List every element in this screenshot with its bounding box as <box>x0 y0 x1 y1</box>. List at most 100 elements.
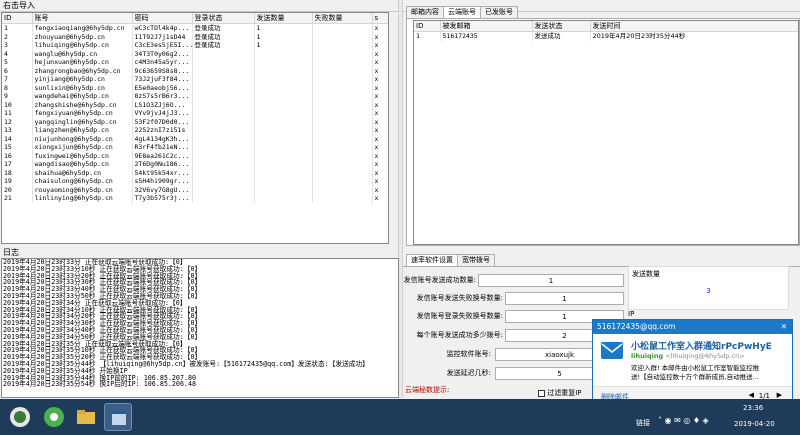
mail-header-3[interactable]: 发送时间 <box>590 21 798 32</box>
envelope-icon <box>601 342 623 359</box>
notify-from-addr: <lihuiqing@6hy5dp.cn> <box>665 352 745 360</box>
table-row[interactable]: 14 niujunhong@6hy5dp.cn 4gL4134gK3h... x <box>2 134 388 143</box>
table-row[interactable]: 13 liangzhen@6hy5dp.cn 2252znI7z151s x <box>2 126 388 135</box>
table-row[interactable]: 7 yinjiang@6hy5dp.cn 73J2juF3f84... x <box>2 75 388 84</box>
table-cell: chaisulong@6hy5dp.cn <box>32 177 133 186</box>
table-cell: 1 <box>254 23 313 33</box>
table-row[interactable]: 16 fuxingwei@6hy5dp.cn 9E8ea261C2c... x <box>2 151 388 160</box>
close-icon[interactable]: ✕ <box>781 320 787 334</box>
settings-tabs: 速率软件设置 宽带拨号 <box>406 254 495 267</box>
table-cell <box>192 160 255 169</box>
table-cell <box>312 58 373 67</box>
table-row[interactable]: 5 hejunxuan@6hy5dp.cn c4M3n45a5yr... x <box>2 58 388 67</box>
table-row[interactable]: 21 linlinying@6hy5dp.cn T7y3b575r3j... x <box>2 194 388 203</box>
table-cell: x <box>372 109 388 118</box>
per-account-label: 每个账号发送成功多少拨号: <box>416 331 503 339</box>
next-icon[interactable]: ▶ <box>777 391 782 399</box>
table-row[interactable]: 18 shaihua@6hy5dp.cn 54kt95k54xr... x <box>2 168 388 177</box>
accounts-header-4[interactable]: 发送数量 <box>254 13 313 24</box>
accounts-header-1[interactable]: 账号 <box>32 13 133 24</box>
table-cell: x <box>372 100 388 109</box>
table-cell: 8zS7s5rB6r3... <box>132 92 193 101</box>
table-cell <box>312 75 373 84</box>
table-cell: xiongxijun@6hy5dp.cn <box>32 143 133 152</box>
table-cell <box>312 100 373 109</box>
table-cell: linlinying@6hy5dp.cn <box>32 194 133 203</box>
clock-time[interactable]: 23:36 <box>743 404 763 412</box>
table-row[interactable]: 1 fengxiaoqiang@6hy5dp.cn wC3cTDl4k4p... 登录… <box>2 23 388 33</box>
table-cell: 1 <box>254 41 313 50</box>
table-row[interactable]: 10 zhangshishe@6hy5dp.cn LS1O3ZJj6O... x <box>2 100 388 109</box>
table-row[interactable]: 6 zhangrongbao@6hy5dp.cn 9c63659S8s8... x <box>2 66 388 75</box>
accounts-table[interactable]: ID 账号 密码 登录状态 发送数量 失败数量 s 1 fengxiaoqiang@6hy5d… <box>1 12 389 244</box>
clock-date[interactable]: 2019-04-20 <box>734 420 775 428</box>
browser-icon[interactable] <box>40 403 68 431</box>
tab-broadband-dial[interactable]: 宽带拨号 <box>457 254 495 266</box>
accounts-header-5[interactable]: 失败数量 <box>312 13 373 24</box>
mail-notification[interactable]: 516172435@qq.com ✕ 小松鼠工作室入群通知rPcPwHyE li… <box>592 319 793 406</box>
table-cell <box>312 66 373 75</box>
filter-ip-checkbox[interactable] <box>538 389 545 397</box>
table-cell: x <box>372 134 388 143</box>
table-cell: T7y3b575r3j... <box>132 194 193 203</box>
table-row[interactable]: 3 lihuiqing@6hy5dp.cn C3cE3es5jE5I... 登录成功 1… <box>2 41 388 50</box>
table-row[interactable]: 1 516172435 发送成功 2019年4月20日23时35分44秒 <box>414 31 798 41</box>
table-cell: 9c63659S8s8... <box>132 66 193 75</box>
table-cell <box>192 151 255 160</box>
send-success-input[interactable]: 1 <box>478 274 624 287</box>
log-textarea[interactable]: 2019年4月20日23时33分 正在获取云端账号获取成功:【0】 2019年4月… <box>1 258 399 398</box>
table-cell: x <box>372 160 388 169</box>
table-cell <box>192 83 255 92</box>
table-cell: 4gL4134gK3h... <box>132 134 193 143</box>
table-cell: 12 <box>2 117 33 126</box>
table-cell: 15 <box>2 143 33 152</box>
accounts-header-2[interactable]: 密码 <box>132 13 193 24</box>
accounts-header-3[interactable]: 登录状态 <box>192 13 255 24</box>
table-row[interactable]: 11 fengxiyuan@6hy5dp.cn VYv9jvJ4jJ3... x <box>2 109 388 118</box>
tab-mail-content[interactable]: 邮箱内容 <box>406 6 444 18</box>
notify-subject: 小松鼠工作室入群通知rPcPwHyE <box>631 342 772 352</box>
table-cell <box>192 58 255 67</box>
table-cell: x <box>372 92 388 101</box>
mail-table[interactable]: ID 被发邮箱 发送状态 发送时间 1 516172435 发送成功 2019年4月20日2… <box>413 20 799 245</box>
table-cell <box>254 151 313 160</box>
table-cell: 19 <box>2 177 33 186</box>
table-row[interactable]: 4 wanglu@6hy5dp.cn 34T3T0y06g2... x <box>2 49 388 58</box>
folder-icon[interactable] <box>72 403 100 431</box>
table-cell: wangdehai@6hy5dp.cn <box>32 92 133 101</box>
table-row[interactable]: 2 zhouyuan@6hy5dp.cn 11T92J7j1sD44 登录成功 1 x <box>2 32 388 41</box>
prev-icon[interactable]: ◀ <box>749 391 754 399</box>
table-cell: 14 <box>2 134 33 143</box>
table-cell <box>192 49 255 58</box>
app-window-icon[interactable] <box>104 403 132 431</box>
table-cell: 1 <box>414 31 441 41</box>
table-row[interactable]: 20 rouyaoming@6hy5dp.cn 32V6vy7G8gU... x <box>2 185 388 194</box>
tab-sent-accounts[interactable]: 已发账号 <box>480 6 518 18</box>
table-cell <box>192 134 255 143</box>
table-row[interactable]: 8 sunlixin@6hy5dp.cn E5e0aeobj56... x <box>2 83 388 92</box>
table-row[interactable]: 15 xiongxijun@6hy5dp.cn R3rF4fb21eN... x <box>2 143 388 152</box>
table-cell: 3 <box>2 41 33 50</box>
table-cell: x <box>372 32 388 41</box>
mail-header-1[interactable]: 被发邮箱 <box>440 21 533 32</box>
table-cell: 登录成功 <box>192 23 255 33</box>
table-cell: wangdisao@6hy5dp.cn <box>32 160 133 169</box>
table-row[interactable]: 9 wangdehai@6hy5dp.cn 8zS7s5rB6r3... x <box>2 92 388 101</box>
send-fail-input[interactable]: 1 <box>505 292 624 305</box>
table-cell <box>254 83 313 92</box>
accounts-header-6[interactable]: s <box>372 13 388 24</box>
table-row[interactable]: 12 yangqinglin@6hy5dp.cn 53F2f07D0d0... x <box>2 117 388 126</box>
table-row[interactable]: 19 chaisulong@6hy5dp.cn s5H4hi909gr... x <box>2 177 388 186</box>
interval-label: 发送延迟几秒: <box>446 369 491 377</box>
table-row[interactable]: 17 wangdisao@6hy5dp.cn 2T6Dg0Nu186... x <box>2 160 388 169</box>
tray-icons[interactable]: ˄ ◉ ✉ ◎ ♦ ◈ <box>658 416 709 425</box>
filter-ip-option[interactable]: 过滤重复IP <box>538 386 582 400</box>
start-icon[interactable] <box>6 403 34 431</box>
accounts-header-0[interactable]: ID <box>2 13 33 24</box>
mail-header-0[interactable]: ID <box>414 21 441 32</box>
table-cell: 16 <box>2 151 33 160</box>
link-label[interactable]: 链接 <box>636 418 650 428</box>
taskbar: 链接 ˄ ◉ ✉ ◎ ♦ ◈ 23:36 2019-04-20 <box>0 399 800 435</box>
mail-header-2[interactable]: 发送状态 <box>532 21 591 32</box>
table-cell <box>312 23 373 33</box>
